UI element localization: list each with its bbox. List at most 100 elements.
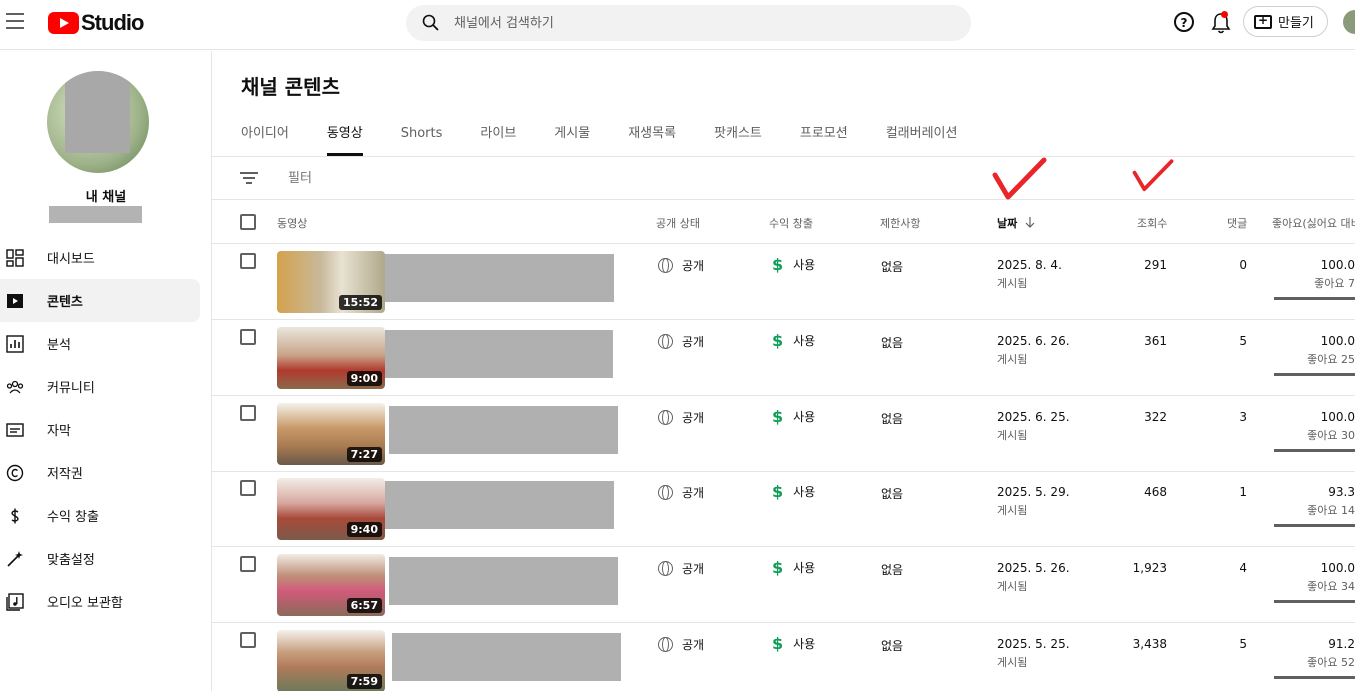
- table-row[interactable]: 7:27 공개 $ 사용 없음 2025. 6. 25. 게시됨 322 3 10…: [212, 396, 1355, 472]
- create-button[interactable]: 만들기: [1243, 6, 1328, 37]
- red-checkmark-annotation: [992, 157, 1047, 200]
- sidebar-item-label: 맞춤설정: [47, 553, 95, 568]
- tab-live[interactable]: 라이브: [480, 116, 516, 156]
- row-checkbox[interactable]: [240, 480, 256, 496]
- column-header-comments[interactable]: 댓글: [1227, 215, 1247, 231]
- video-thumbnail[interactable]: 9:40: [277, 478, 385, 540]
- row-checkbox[interactable]: [240, 329, 256, 345]
- likes-percent: 91.2: [1328, 637, 1355, 651]
- table-row[interactable]: 6:57 공개 $ 사용 없음 2025. 5. 26. 게시됨 1,923 4 …: [212, 547, 1355, 623]
- tab-shorts[interactable]: Shorts: [401, 116, 443, 156]
- video-thumbnail[interactable]: 6:57: [277, 554, 385, 616]
- filter-input[interactable]: [288, 171, 588, 186]
- visibility-status[interactable]: 공개: [658, 636, 704, 653]
- date-value: 2025. 5. 25.: [997, 637, 1070, 651]
- video-thumbnail[interactable]: 15:52: [277, 251, 385, 313]
- sidebar-item-label: 분석: [47, 338, 71, 353]
- monetization-status[interactable]: $ 사용: [772, 407, 815, 426]
- restrictions-value: 없음: [881, 412, 904, 426]
- create-button-label: 만들기: [1278, 16, 1314, 31]
- monetization-status[interactable]: $ 사용: [772, 558, 815, 577]
- search-bar[interactable]: [406, 5, 971, 41]
- column-header-views[interactable]: 조회수: [1137, 215, 1167, 231]
- likes-percent: 100.0: [1320, 258, 1355, 272]
- tab-promotions[interactable]: 프로모션: [800, 116, 848, 156]
- video-thumbnail[interactable]: 9:00: [277, 327, 385, 389]
- monetization-label: 사용: [793, 637, 816, 651]
- sidebar-item-content[interactable]: 콘텐츠: [0, 279, 200, 322]
- monetization-status[interactable]: $ 사용: [772, 331, 815, 350]
- comments-value: 5: [1239, 637, 1247, 651]
- dashboard-icon: [6, 249, 24, 267]
- date-value: 2025. 5. 29.: [997, 485, 1070, 499]
- tab-videos[interactable]: 동영상: [326, 116, 363, 156]
- filter-icon[interactable]: [240, 172, 258, 186]
- search-input[interactable]: [454, 15, 934, 31]
- video-duration: 7:27: [346, 447, 382, 462]
- restrictions-value: 없음: [881, 336, 904, 350]
- sidebar-item-customization[interactable]: 맞춤설정: [0, 537, 200, 580]
- help-icon[interactable]: ?: [1174, 12, 1194, 32]
- likes-ratio-bar: [1274, 524, 1355, 527]
- sidebar-item-subtitles[interactable]: 자막: [0, 408, 200, 451]
- views-value: 361: [1144, 334, 1167, 348]
- sidebar-item-dashboard[interactable]: 대시보드: [0, 236, 200, 279]
- comments-value: 3: [1239, 410, 1247, 424]
- column-header-monetization[interactable]: 수익 창출: [769, 215, 813, 231]
- studio-logo[interactable]: Studio: [48, 10, 144, 36]
- column-header-date[interactable]: 날짜: [997, 215, 1035, 231]
- date-status: 게시됨: [997, 429, 1028, 442]
- menu-icon[interactable]: [6, 13, 26, 31]
- video-duration: 7:59: [346, 674, 382, 689]
- monetization-icon: [11, 508, 19, 524]
- monetization-status[interactable]: $ 사용: [772, 482, 815, 501]
- row-checkbox[interactable]: [240, 632, 256, 648]
- select-all-checkbox[interactable]: [240, 214, 256, 230]
- row-checkbox[interactable]: [240, 253, 256, 269]
- video-thumbnail[interactable]: 7:27: [277, 403, 385, 465]
- redacted-video-title: [389, 406, 618, 454]
- likes-count: 좋아요 34: [1307, 580, 1355, 593]
- restrictions-value: 없음: [881, 563, 904, 577]
- redacted-video-title: [385, 330, 613, 378]
- sidebar-item-analytics[interactable]: 분석: [0, 322, 200, 365]
- visibility-status[interactable]: 공개: [658, 409, 704, 426]
- channel-avatar[interactable]: [47, 71, 149, 173]
- likes-ratio-bar: [1274, 373, 1355, 376]
- visibility-status[interactable]: 공개: [658, 257, 704, 274]
- row-checkbox[interactable]: [240, 556, 256, 572]
- tab-ideas[interactable]: 아이디어: [241, 116, 289, 156]
- account-avatar[interactable]: [1343, 10, 1355, 34]
- channel-name: 내 채널: [85, 190, 127, 205]
- visibility-status[interactable]: 공개: [658, 484, 704, 501]
- video-thumbnail[interactable]: 7:59: [277, 630, 385, 691]
- redacted-video-title: [389, 557, 618, 605]
- row-checkbox[interactable]: [240, 405, 256, 421]
- column-header-visibility[interactable]: 공개 상태: [656, 215, 700, 231]
- tab-podcasts[interactable]: 팟캐스트: [714, 116, 762, 156]
- views-value: 322: [1144, 410, 1167, 424]
- dollar-icon: $: [772, 634, 784, 653]
- column-header-restrictions[interactable]: 제한사항: [880, 215, 920, 231]
- sidebar-item-copyright[interactable]: 저작권: [0, 451, 200, 494]
- table-row[interactable]: 7:59 공개 $ 사용 없음 2025. 5. 25. 게시됨 3,438 5 …: [212, 623, 1355, 691]
- tab-collaborations[interactable]: 컬래버레이션: [886, 116, 958, 156]
- sidebar-item-monetization[interactable]: 수익 창출: [0, 494, 200, 537]
- table-row[interactable]: 9:40 공개 $ 사용 없음 2025. 5. 29. 게시됨 468 1 93…: [212, 471, 1355, 547]
- sidebar-item-audio-library[interactable]: 오디오 보관함: [0, 580, 200, 623]
- column-header-likes[interactable]: 좋아요(싫어요 대비: [1272, 215, 1355, 231]
- tab-playlists[interactable]: 재생목록: [628, 116, 676, 156]
- dollar-icon: $: [772, 558, 784, 577]
- sidebar-item-community[interactable]: 커뮤니티: [0, 365, 200, 408]
- monetization-status[interactable]: $ 사용: [772, 634, 815, 653]
- monetization-status[interactable]: $ 사용: [772, 255, 815, 274]
- table-row[interactable]: 9:00 공개 $ 사용 없음 2025. 6. 26. 게시됨 361 5 10…: [212, 320, 1355, 396]
- tab-posts[interactable]: 게시물: [554, 116, 590, 156]
- table-row[interactable]: 15:52 공개 $ 사용 없음 2025. 8. 4. 게시됨 291 0 10…: [212, 244, 1355, 320]
- date-value: 2025. 6. 25.: [997, 410, 1070, 424]
- visibility-status[interactable]: 공개: [658, 333, 704, 350]
- main-content: 채널 콘텐츠 아이디어 동영상 Shorts 라이브 게시물 재생목록 팟캐스트…: [212, 51, 1355, 691]
- top-bar: Studio ? 만들기: [0, 0, 1355, 50]
- dollar-icon: $: [772, 331, 784, 350]
- visibility-status[interactable]: 공개: [658, 560, 704, 577]
